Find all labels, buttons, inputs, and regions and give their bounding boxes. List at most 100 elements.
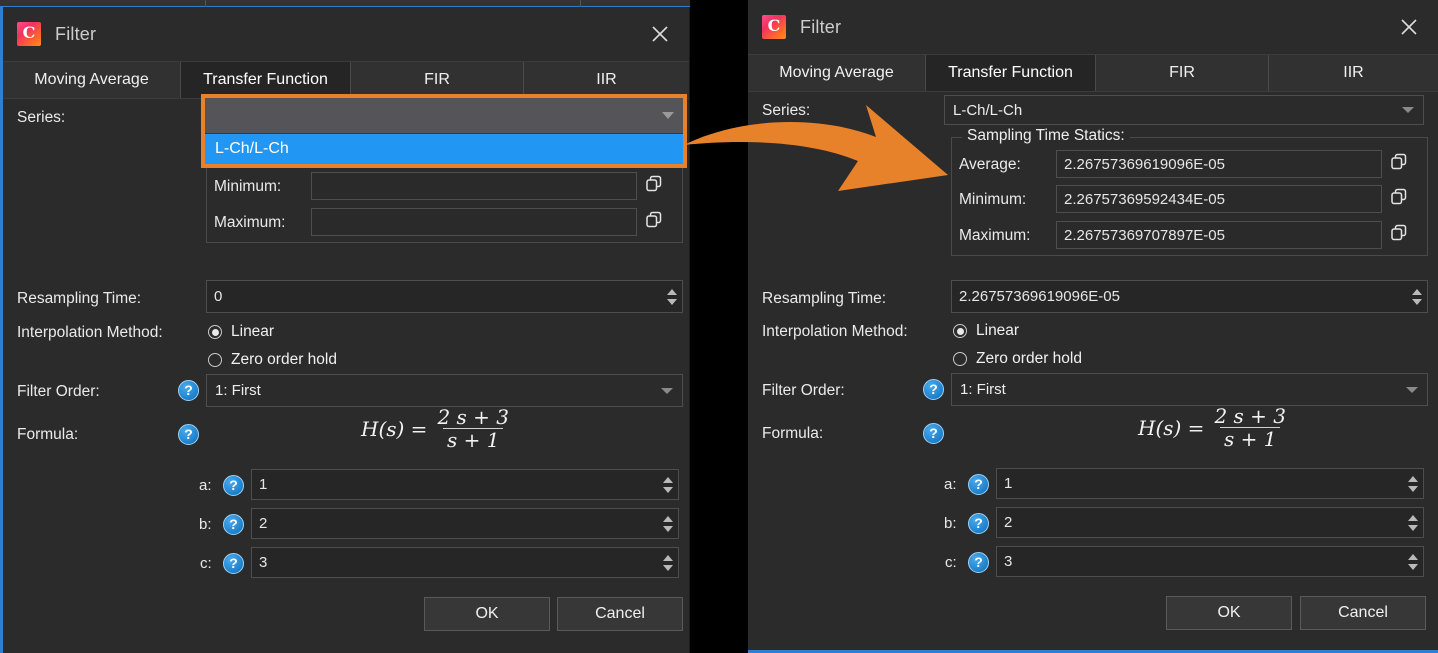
tab-label: Moving Average	[34, 71, 149, 88]
cancel-button[interactable]: Cancel	[1300, 596, 1426, 630]
coef-b-label: b:	[199, 516, 212, 533]
help-icon[interactable]: ?	[968, 474, 989, 495]
help-icon[interactable]: ?	[178, 424, 199, 445]
radio-zero-order-hold[interactable]: Zero order hold	[208, 351, 337, 369]
coef-a-field[interactable]: 1	[251, 469, 679, 500]
coef-b-stepper[interactable]	[1404, 509, 1422, 536]
maximum-label: Maximum:	[214, 214, 286, 231]
tab-moving-average[interactable]: Moving Average	[748, 55, 926, 91]
coef-c-field[interactable]: 3	[996, 546, 1424, 577]
app-c-icon: C	[17, 22, 41, 46]
resampling-time-label: Resampling Time:	[17, 290, 142, 307]
minimum-field[interactable]: 2.26757369592434E-05	[1056, 185, 1382, 213]
radio-linear[interactable]: Linear	[208, 323, 274, 341]
filter-order-combo[interactable]: 1: First	[206, 374, 683, 407]
help-icon[interactable]: ?	[968, 513, 989, 534]
help-icon[interactable]: ?	[223, 514, 244, 535]
tab-fir[interactable]: FIR	[1096, 55, 1269, 91]
coef-b-stepper[interactable]	[659, 510, 677, 537]
tab-transfer-function[interactable]: Transfer Function	[181, 62, 351, 98]
resampling-time-field[interactable]: 0	[206, 280, 683, 313]
formula-denominator: s + 1	[1219, 427, 1281, 451]
series-combo-box[interactable]	[205, 98, 683, 134]
copy-icon[interactable]	[1389, 223, 1409, 243]
radio-zero-order-hold[interactable]: Zero order hold	[953, 350, 1082, 368]
window-title: Filter	[55, 23, 97, 44]
filter-order-combo[interactable]: 1: First	[951, 373, 1428, 406]
background-app-strip	[0, 0, 690, 7]
tab-transfer-function[interactable]: Transfer Function	[926, 55, 1096, 91]
tab-moving-average[interactable]: Moving Average	[3, 62, 181, 98]
series-combo[interactable]: L-Ch/L-Ch	[944, 95, 1424, 125]
copy-icon[interactable]	[644, 174, 664, 194]
average-label: Average:	[959, 156, 1021, 173]
cancel-button-label: Cancel	[1338, 604, 1388, 621]
filter-order-label: Filter Order:	[762, 382, 845, 399]
coef-c-field[interactable]: 3	[251, 547, 679, 578]
cancel-button[interactable]: Cancel	[557, 597, 683, 631]
coef-b-field[interactable]: 2	[251, 508, 679, 539]
coef-a-value: 1	[1004, 475, 1013, 492]
help-icon[interactable]: ?	[223, 553, 244, 574]
help-icon[interactable]: ?	[968, 552, 989, 573]
tab-label: IIR	[596, 71, 617, 88]
coef-c-stepper[interactable]	[659, 549, 677, 576]
help-icon[interactable]: ?	[178, 380, 199, 401]
title-bar: C Filter	[748, 0, 1438, 54]
ok-button[interactable]: OK	[1166, 596, 1292, 630]
coef-b-value: 2	[1004, 514, 1013, 531]
series-combo-value: L-Ch/L-Ch	[953, 101, 1023, 119]
app-c-icon: C	[762, 15, 786, 39]
radio-indicator	[953, 324, 967, 338]
tab-iir[interactable]: IIR	[1269, 55, 1438, 91]
filter-order-value: 1: First	[215, 382, 261, 399]
help-icon[interactable]: ?	[223, 475, 244, 496]
coef-c-value: 3	[259, 554, 268, 571]
filter-order-value: 1: First	[960, 381, 1006, 398]
dialog-body: Series: L-Ch/L-Ch Sampling Time Statics:…	[748, 92, 1438, 650]
filter-dialog-after: C Filter Moving Average Transfer Functio…	[748, 0, 1438, 653]
coef-a-field[interactable]: 1	[996, 468, 1424, 499]
tab-fir[interactable]: FIR	[351, 62, 524, 98]
close-icon[interactable]	[1386, 7, 1432, 47]
window-title: Filter	[800, 16, 842, 37]
resampling-time-field[interactable]: 2.26757369619096E-05	[951, 280, 1428, 313]
help-icon[interactable]: ?	[923, 423, 944, 444]
close-icon[interactable]	[637, 14, 683, 54]
tab-label: Moving Average	[779, 64, 894, 81]
copy-icon[interactable]	[1389, 152, 1409, 172]
radio-linear-label: Linear	[231, 323, 275, 340]
tab-iir[interactable]: IIR	[524, 62, 689, 98]
resampling-time-value: 2.26757369619096E-05	[959, 288, 1120, 305]
filter-order-label: Filter Order:	[17, 383, 100, 400]
series-dropdown-open[interactable]: L-Ch/L-Ch	[201, 94, 687, 168]
formula-label: Formula:	[17, 426, 79, 443]
coef-a-stepper[interactable]	[659, 471, 677, 498]
help-icon[interactable]: ?	[923, 379, 944, 400]
coef-c-label: c:	[200, 555, 212, 572]
maximum-field[interactable]	[311, 208, 637, 236]
series-dropdown-item-label: L-Ch/L-Ch	[215, 140, 289, 157]
maximum-field[interactable]: 2.26757369707897E-05	[1056, 221, 1382, 249]
coef-c-label: c:	[945, 554, 957, 571]
copy-icon[interactable]	[1389, 187, 1409, 207]
resampling-time-stepper[interactable]	[663, 282, 681, 311]
average-field[interactable]: 2.26757369619096E-05	[1056, 150, 1382, 178]
radio-linear[interactable]: Linear	[953, 322, 1019, 340]
radio-indicator	[953, 352, 967, 366]
resampling-time-stepper[interactable]	[1408, 282, 1426, 311]
coef-a-stepper[interactable]	[1404, 470, 1422, 497]
radio-zero-order-hold-label: Zero order hold	[231, 351, 337, 368]
ok-button[interactable]: OK	[424, 597, 550, 631]
chevron-down-icon	[1406, 386, 1418, 393]
series-dropdown-item-0[interactable]: L-Ch/L-Ch	[205, 134, 683, 164]
dialog-body: Series: Sampling Time Statics: Average: …	[3, 94, 689, 653]
radio-indicator	[208, 325, 222, 339]
coef-b-field[interactable]: 2	[996, 507, 1424, 538]
coef-c-stepper[interactable]	[1404, 548, 1422, 575]
filter-dialog-before: C Filter Moving Average Transfer Functio…	[0, 7, 690, 653]
resampling-time-label: Resampling Time:	[762, 290, 887, 307]
tab-label: Transfer Function	[203, 71, 328, 88]
minimum-field[interactable]	[311, 172, 637, 200]
copy-icon[interactable]	[644, 210, 664, 230]
